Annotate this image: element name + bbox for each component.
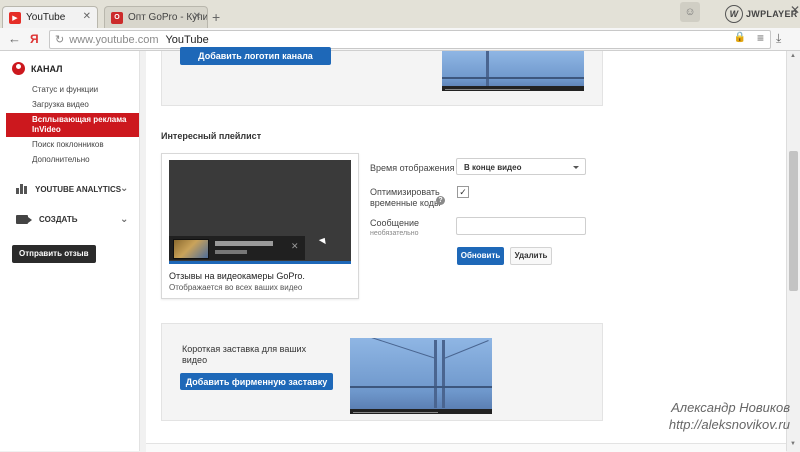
video-progress-bar[interactable] [169,261,351,264]
scroll-down-icon[interactable]: ▼ [790,441,796,447]
lock-icon[interactable]: 🔒 [734,32,746,43]
close-icon[interactable]: ✕ [83,11,91,22]
sidebar-item-status[interactable]: Статус и функции [32,85,98,94]
sidebar-item-fan-finder[interactable]: Поиск поклонников [32,140,104,149]
chevron-down-icon[interactable]: ⌄ [120,183,128,194]
watermark-url: http://aleksnovikov.ru [668,417,790,432]
refresh-icon[interactable]: ↻ [55,33,64,46]
chevron-down-icon[interactable]: ⌄ [120,214,128,225]
address-url: www.youtube.com [69,33,159,46]
playlist-card-title: Отзывы на видеокамеры GoPro. [169,271,305,281]
logo-preview-image [442,51,584,91]
display-time-label: Время отображения [370,163,455,173]
help-icon[interactable]: ? [436,196,445,205]
channel-logo-panel: Добавить логотип канала [161,47,603,106]
close-icon[interactable]: ✕ [291,241,299,252]
menu-icon[interactable]: ≡ [757,31,764,45]
browser-toolbar: ← Я ↻ www.youtube.com YouTube 🔒 ≡ ⤓ [0,28,800,51]
scroll-up-icon[interactable]: ▲ [790,53,796,59]
invideo-overlay[interactable]: ✕ [169,236,305,260]
jwplayer-logo: W JWPLAYER [725,5,798,23]
sidebar-channel-header[interactable]: КАНАЛ [12,62,62,75]
close-icon[interactable]: ✕ [193,11,201,22]
add-branding-intro-button[interactable]: Добавить фирменную заставку [180,373,333,390]
gopro-favicon: O [111,11,123,24]
branding-preview-image [350,338,492,414]
profile-avatar-icon[interactable]: ☺ [680,2,700,22]
main-content: Добавить логотип канала Интересный плейл… [146,47,786,451]
sidebar-create[interactable]: СОЗДАТЬ ⌄ [16,214,128,225]
address-page-title: YouTube [165,33,209,46]
yandex-home-button[interactable]: Я [30,32,39,46]
delete-button[interactable]: Удалить [510,247,552,265]
overlay-subtitle-placeholder [215,250,247,254]
add-channel-logo-button[interactable]: Добавить логотип канала [180,47,331,65]
youtube-icon: ▶ [9,11,21,24]
user-icon [12,62,25,75]
back-button[interactable]: ← [8,31,21,46]
scrollbar-thumb[interactable] [789,151,798,291]
playlist-card-subtitle: Отображается во всех ваших видео [169,283,303,292]
message-hint: необязательно [370,230,419,237]
playlist-thumbnail [173,239,209,259]
branding-intro-panel: Короткая заставка для ваших видео Добави… [161,323,603,421]
sidebar: КАНАЛ Статус и функции Загрузка видео Вс… [0,51,140,451]
message-input[interactable] [456,217,586,235]
tab-gopro[interactable]: O Опт GoPro - Купить в ✕ [104,6,208,28]
tab-youtube[interactable]: ▶ YouTube ✕ [2,6,98,28]
update-button[interactable]: Обновить [457,247,504,265]
channel-label: КАНАЛ [31,63,63,74]
playlist-preview-card: ✕ Отзывы на видеокамеры GoPro. Отображае… [161,153,359,299]
analytics-label: YOUTUBE ANALYTICS [35,184,122,194]
download-icon[interactable]: ⤓ [776,31,781,46]
browser-tab-strip: ▶ YouTube ✕ O Опт GoPro - Купить в ✕ + ☺… [0,0,800,28]
sidebar-item-invideo[interactable]: Всплывающая реклама InVideo [6,113,139,137]
sidebar-item-advanced[interactable]: Дополнительно [32,155,90,164]
sidebar-analytics[interactable]: YOUTUBE ANALYTICS ⌄ [16,183,128,194]
video-player-preview[interactable]: ✕ [169,160,351,264]
message-label: Сообщение [370,218,419,228]
display-time-value: В конце видео [464,163,522,172]
close-window-icon[interactable]: ✕ [790,3,800,17]
video-camera-icon [16,215,32,224]
vertical-scrollbar[interactable]: ▲ ▼ [786,51,800,451]
watermark-name: Александр Новиков [671,400,790,415]
analytics-icon [16,184,28,194]
optimize-checkbox[interactable]: ✓ [457,186,469,198]
jw-icon: W [725,5,743,23]
branding-description: Короткая заставка для ваших видео [182,344,307,365]
optimize-label-line1: Оптимизировать [370,187,440,197]
playlist-section-title: Интересный плейлист [161,131,262,141]
address-bar[interactable]: ↻ www.youtube.com YouTube 🔒 ≡ [49,30,771,49]
caret-down-icon [573,166,579,169]
tab-label: YouTube [26,12,66,23]
send-feedback-button[interactable]: Отправить отзыв [12,245,96,263]
overlay-title-placeholder [215,241,273,246]
mouse-cursor-icon [318,235,329,245]
optimize-label-line2: временные коды [370,198,441,208]
sidebar-item-upload[interactable]: Загрузка видео [32,100,89,109]
display-time-select[interactable]: В конце видео [456,158,586,175]
create-label: СОЗДАТЬ [39,215,78,224]
new-tab-button[interactable]: + [212,9,220,25]
